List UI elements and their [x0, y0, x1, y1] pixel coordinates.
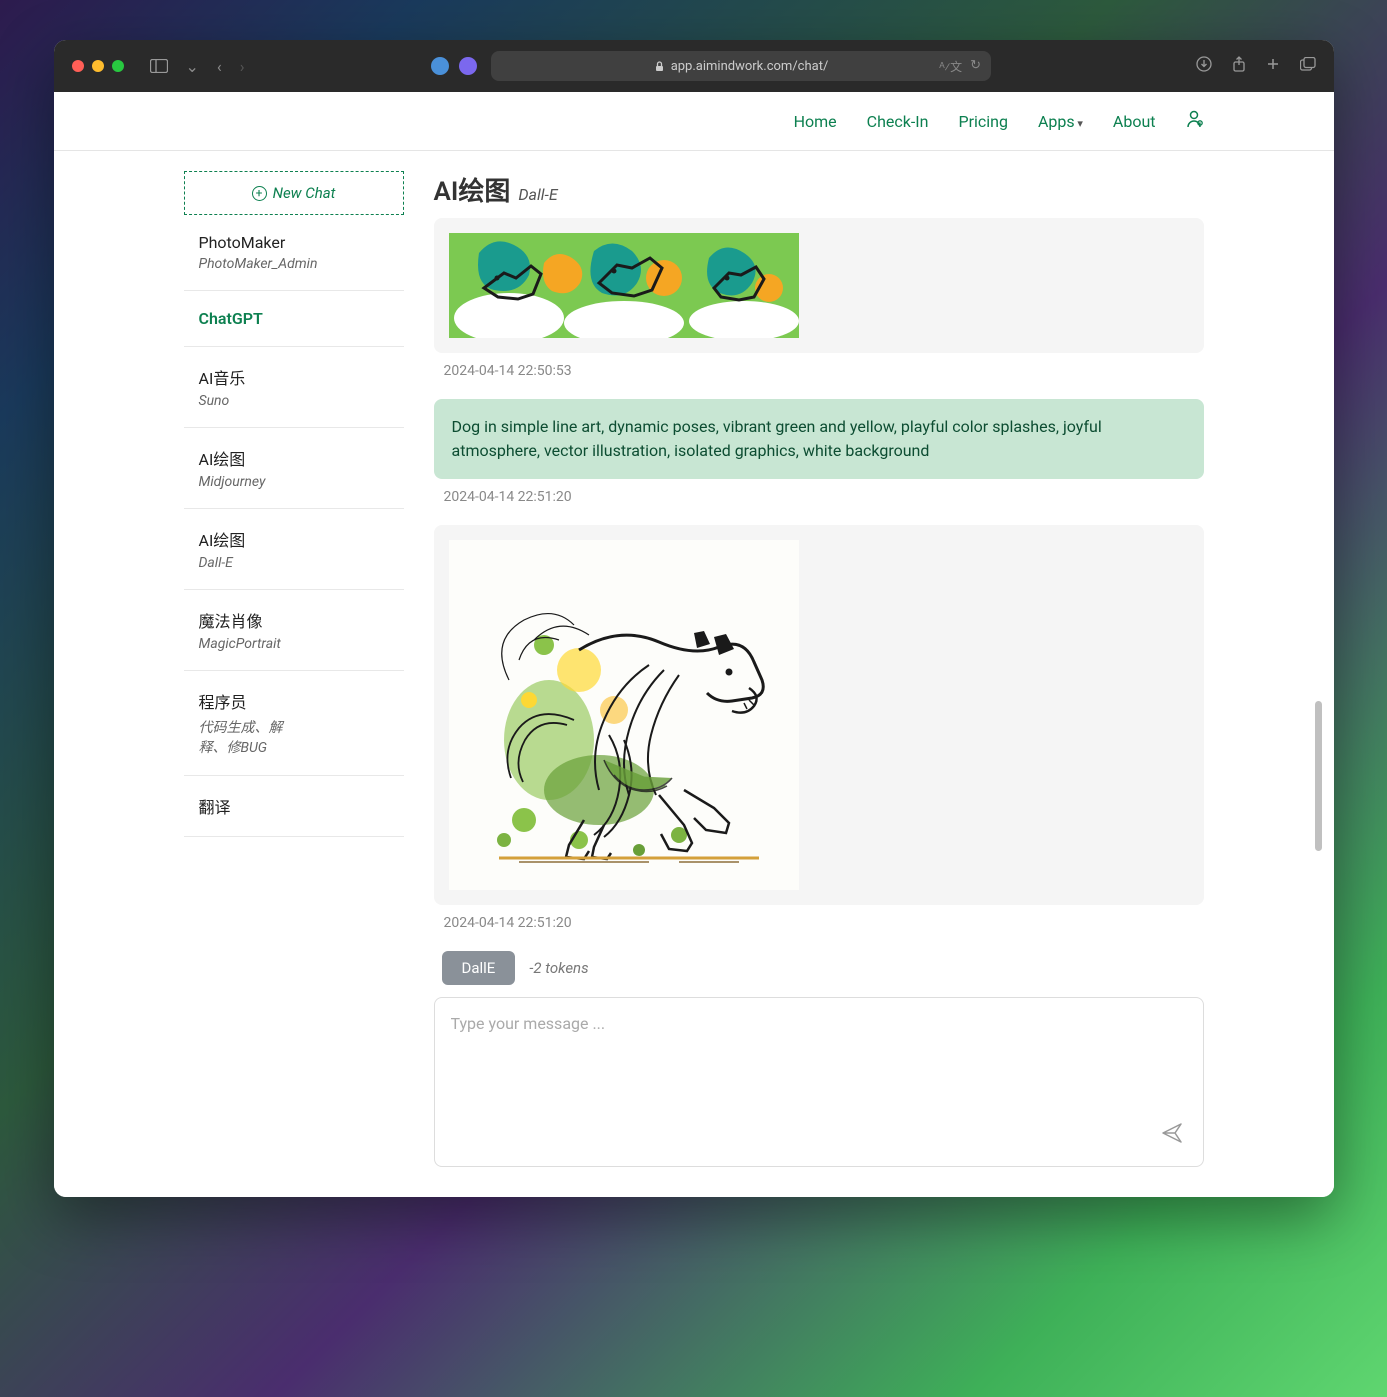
- message-timestamp: 2024-04-14 22:50:53: [444, 363, 1204, 379]
- user-icon[interactable]: [1186, 110, 1204, 132]
- sidebar-item-ai-draw-mj[interactable]: AI绘图 Midjourney: [184, 428, 404, 509]
- scrollbar-thumb[interactable]: [1315, 701, 1322, 851]
- sidebar-item-title: ChatGPT: [199, 309, 389, 328]
- input-section: DallE -2 tokens: [434, 951, 1204, 1167]
- nav-apps[interactable]: Apps: [1038, 112, 1083, 131]
- sidebar-item-title: AI绘图: [199, 527, 389, 551]
- sidebar-item-translate[interactable]: 翻译: [184, 776, 404, 837]
- sidebar-item-chatgpt[interactable]: ChatGPT: [184, 291, 404, 347]
- new-chat-label: New Chat: [273, 184, 336, 202]
- nav-checkin[interactable]: Check-In: [867, 112, 929, 131]
- token-info: -2 tokens: [529, 959, 588, 977]
- sidebar-item-sub: MagicPortrait: [199, 636, 389, 652]
- close-window-button[interactable]: [72, 60, 84, 72]
- send-icon[interactable]: [1161, 1122, 1183, 1148]
- sidebar-item-sub: Midjourney: [199, 474, 389, 490]
- chat-subtitle: Dall-E: [518, 185, 557, 204]
- minimize-window-button[interactable]: [92, 60, 104, 72]
- nav-about[interactable]: About: [1113, 112, 1156, 131]
- sidebar-item-ai-draw-dalle[interactable]: AI绘图 Dall-E: [184, 509, 404, 590]
- sidebar-item-ai-music[interactable]: AI音乐 Suno: [184, 347, 404, 428]
- chat-title: AI绘图: [434, 171, 511, 208]
- url-text: app.aimindwork.com/chat/: [671, 59, 829, 74]
- sidebar-chevron-icon[interactable]: ⌄: [186, 57, 199, 76]
- sidebar-item-programmer[interactable]: 程序员 代码生成、解释、修BUG: [184, 671, 404, 776]
- plus-icon: +: [252, 186, 267, 201]
- new-tab-icon[interactable]: [1266, 56, 1280, 76]
- main-area: + New Chat PhotoMaker PhotoMaker_Admin C…: [54, 151, 1334, 1167]
- extension-icon-2[interactable]: [459, 57, 477, 75]
- top-nav: Home Check-In Pricing Apps About: [54, 92, 1334, 151]
- sidebar-item-magic-portrait[interactable]: 魔法肖像 MagicPortrait: [184, 590, 404, 671]
- sidebar-item-sub: Suno: [199, 393, 389, 409]
- sidebar-item-sub: Dall-E: [199, 555, 389, 571]
- reload-icon[interactable]: ↻: [970, 58, 981, 75]
- translate-icon[interactable]: ᴬ⁄文: [939, 58, 962, 75]
- message-image-card: [434, 525, 1204, 905]
- browser-window: ⌄ ‹ › app.aimindwork.com/chat/ ᴬ⁄文 ↻: [54, 40, 1334, 1197]
- sidebar-item-title: AI音乐: [199, 365, 389, 389]
- message-timestamp: 2024-04-14 22:51:20: [444, 489, 1204, 505]
- message-timestamp: 2024-04-14 22:51:20: [444, 915, 1204, 931]
- chat-title-row: AI绘图 Dall-E: [434, 171, 1204, 208]
- address-bar[interactable]: app.aimindwork.com/chat/ ᴬ⁄文 ↻: [491, 51, 991, 81]
- back-button[interactable]: ‹: [217, 57, 222, 76]
- sidebar-toggle-icon[interactable]: [150, 59, 168, 73]
- prompt-message: Dog in simple line art, dynamic poses, v…: [434, 399, 1204, 479]
- page-content: Home Check-In Pricing Apps About + New C…: [54, 92, 1334, 1197]
- maximize-window-button[interactable]: [112, 60, 124, 72]
- sidebar-item-title: 翻译: [199, 794, 389, 818]
- sidebar-item-sub: PhotoMaker_Admin: [199, 256, 389, 272]
- share-icon[interactable]: [1232, 56, 1246, 76]
- lock-icon: [654, 61, 665, 72]
- sidebar-item-title: 程序员: [199, 689, 389, 713]
- extension-icon-1[interactable]: [431, 57, 449, 75]
- model-chip[interactable]: DallE: [442, 951, 516, 985]
- chat-area: AI绘图 Dall-E: [434, 171, 1204, 1167]
- message-image-card: [434, 218, 1204, 353]
- forward-button: ›: [240, 57, 245, 76]
- titlebar: ⌄ ‹ › app.aimindwork.com/chat/ ᴬ⁄文 ↻: [54, 40, 1334, 92]
- nav-pricing[interactable]: Pricing: [958, 112, 1008, 131]
- message-input[interactable]: [451, 1014, 1187, 1150]
- downloads-icon[interactable]: [1196, 56, 1212, 76]
- generated-image-1[interactable]: [449, 233, 799, 338]
- sidebar-item-title: AI绘图: [199, 446, 389, 470]
- sidebar: + New Chat PhotoMaker PhotoMaker_Admin C…: [184, 171, 404, 1167]
- traffic-lights: [72, 60, 124, 72]
- sidebar-item-sub: 代码生成、解释、修BUG: [199, 717, 289, 757]
- sidebar-item-photomaker[interactable]: PhotoMaker PhotoMaker_Admin: [184, 215, 404, 291]
- sidebar-item-title: 魔法肖像: [199, 608, 389, 632]
- new-chat-button[interactable]: + New Chat: [184, 171, 404, 215]
- generated-image-2[interactable]: [449, 540, 799, 890]
- nav-home[interactable]: Home: [794, 112, 837, 131]
- sidebar-item-title: PhotoMaker: [199, 233, 389, 252]
- tabs-overview-icon[interactable]: [1300, 56, 1316, 76]
- message-input-box: [434, 997, 1204, 1167]
